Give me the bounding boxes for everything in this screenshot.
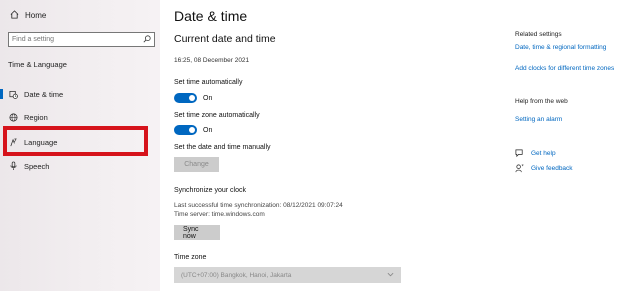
- current-date-time-value: 16:25, 08 December 2021: [174, 57, 250, 64]
- sidebar-item-label: Date & time: [24, 89, 64, 99]
- set-tz-auto-row: On: [174, 125, 212, 135]
- settings-search-input[interactable]: Find a setting: [8, 32, 155, 47]
- get-help-link[interactable]: Get help: [515, 149, 556, 158]
- active-indicator: [0, 89, 3, 99]
- give-feedback-link[interactable]: Give feedback: [515, 164, 573, 173]
- add-clocks-link[interactable]: Add clocks for different time zones: [515, 65, 614, 72]
- time-zone-select[interactable]: (UTC+07:00) Bangkok, Hanoi, Jakarta: [174, 267, 401, 283]
- time-zone-value: (UTC+07:00) Bangkok, Hanoi, Jakarta: [181, 271, 292, 279]
- toggle-state-label: On: [203, 94, 213, 102]
- sync-clock-heading: Synchronize your clock: [174, 187, 246, 194]
- chevron-down-icon: [387, 272, 394, 279]
- feedback-person-icon: [515, 164, 524, 173]
- toggle-state-label: On: [203, 126, 213, 134]
- calendar-clock-icon: [8, 90, 18, 99]
- set-time-auto-toggle[interactable]: [174, 93, 197, 103]
- time-zone-label: Time zone: [174, 254, 207, 261]
- sidebar-item-label: Speech: [24, 161, 50, 171]
- globe-icon: [8, 113, 18, 122]
- time-server-text: Time server: time.windows.com: [174, 211, 265, 218]
- sidebar-item-date-time[interactable]: Date & time: [0, 87, 160, 101]
- set-tz-auto-toggle[interactable]: [174, 125, 197, 135]
- related-settings-heading: Related settings: [515, 31, 562, 38]
- search-icon: [143, 34, 151, 45]
- current-date-time-heading: Current date and time: [174, 33, 276, 45]
- main-content: Date & time Current date and time 16:25,…: [174, 0, 504, 291]
- get-help-label: Get help: [531, 150, 556, 157]
- change-button[interactable]: Change: [174, 157, 219, 172]
- sidebar-item-region[interactable]: Region: [0, 110, 160, 124]
- setting-alarm-link[interactable]: Setting an alarm: [515, 116, 562, 123]
- help-web-heading: Help from the web: [515, 98, 568, 105]
- sidebar-item-speech[interactable]: Speech: [0, 159, 160, 173]
- page-title: Date & time: [174, 8, 248, 24]
- set-tz-auto-label: Set time zone automatically: [174, 112, 260, 119]
- last-sync-text: Last successful time synchronization: 08…: [174, 202, 343, 209]
- search-placeholder: Find a setting: [12, 36, 55, 43]
- home-icon: [10, 10, 19, 21]
- sync-now-button[interactable]: Sync now: [174, 225, 220, 240]
- sidebar-item-label: Region: [24, 112, 48, 122]
- home-label: Home: [25, 11, 47, 20]
- date-time-regional-link[interactable]: Date, time & regional formatting: [515, 44, 606, 51]
- related-panel: Related settings Date, time & regional f…: [515, 0, 640, 291]
- section-title: Time & Language: [8, 60, 67, 69]
- set-time-auto-row: On: [174, 93, 212, 103]
- annotation-highlight-box: [3, 126, 148, 156]
- manual-date-time-label: Set the date and time manually: [174, 144, 271, 151]
- home-nav[interactable]: Home: [10, 10, 46, 21]
- set-time-auto-label: Set time automatically: [174, 79, 243, 86]
- microphone-icon: [8, 161, 18, 171]
- give-feedback-label: Give feedback: [531, 165, 573, 172]
- chat-help-icon: [515, 149, 524, 158]
